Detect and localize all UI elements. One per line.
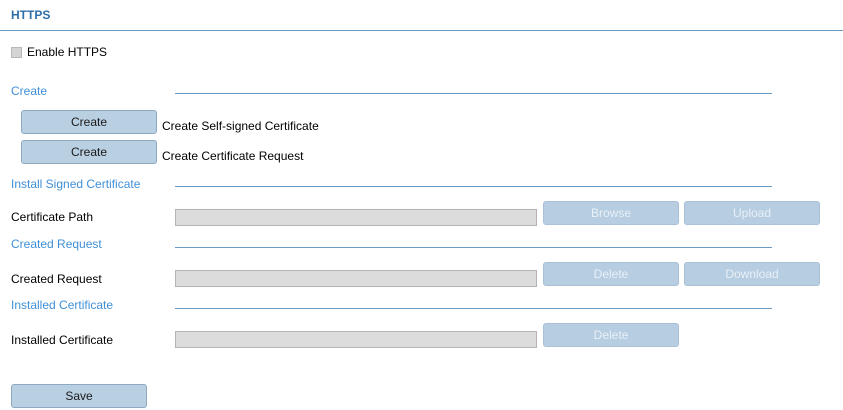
create-self-signed-label: Create Self-signed Certificate: [162, 119, 319, 133]
delete-installed-button[interactable]: Delete: [543, 323, 679, 347]
certificate-path-label: Certificate Path: [11, 210, 94, 224]
section-title-installed: Installed Certificate: [11, 298, 114, 312]
section-divider-installed: [175, 308, 772, 309]
enable-https-label: Enable HTTPS: [27, 45, 108, 59]
create-self-signed-button[interactable]: Create: [21, 110, 157, 134]
section-title-create: Create: [11, 84, 48, 98]
delete-request-button[interactable]: Delete: [543, 262, 679, 286]
download-request-button[interactable]: Download: [684, 262, 820, 286]
section-divider-install: [175, 186, 772, 187]
section-title-install: Install Signed Certificate: [11, 177, 141, 191]
create-request-label: Create Certificate Request: [162, 149, 304, 163]
section-title-created-request: Created Request: [11, 237, 102, 251]
created-request-label: Created Request: [11, 272, 102, 286]
certificate-path-field[interactable]: [175, 209, 537, 226]
section-divider-created-request: [175, 247, 772, 248]
title-divider: [0, 30, 843, 31]
installed-certificate-label: Installed Certificate: [11, 333, 114, 347]
upload-button[interactable]: Upload: [684, 201, 820, 225]
section-divider-create: [175, 93, 772, 94]
installed-certificate-field[interactable]: [175, 331, 537, 348]
enable-https-checkbox[interactable]: [11, 47, 22, 58]
save-button[interactable]: Save: [11, 384, 147, 408]
page-title: HTTPS: [11, 8, 51, 22]
created-request-field[interactable]: [175, 270, 537, 287]
create-request-button[interactable]: Create: [21, 140, 157, 164]
browse-button[interactable]: Browse: [543, 201, 679, 225]
